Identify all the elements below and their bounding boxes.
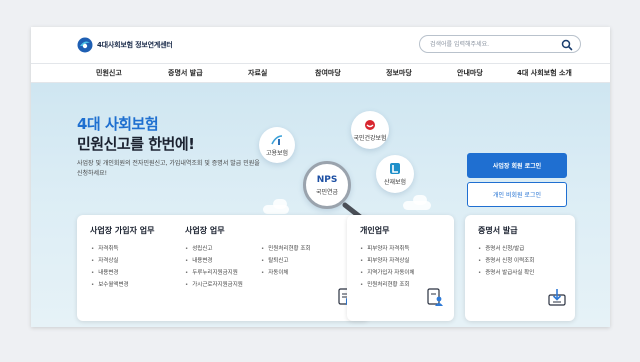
- card-title-workplace[interactable]: 사업장 업무: [185, 225, 225, 236]
- hero-description: 사업장 및 개인회원의 전자민원신고, 가입내역조회 및 증명서 발급 민원을 …: [77, 160, 260, 177]
- nav-item-participation[interactable]: 참여마당: [315, 68, 341, 78]
- logo-icon: [77, 37, 93, 53]
- employment-insurance-icon: [271, 134, 283, 145]
- main-nav: 민원신고 증명서 발급 자료실 참여마당 정보마당 안내마당 4대 사회보험 소…: [31, 63, 610, 83]
- industrial-accident-badge: 산재보험: [376, 155, 414, 193]
- workplace-list-col1: 성립신고 내용변경 두루누리지원금지원 가시근로자지원금지원: [185, 243, 243, 291]
- hero-title-line1: 4대 사회보험: [77, 115, 159, 133]
- list-item[interactable]: 증명서 신청/발급: [478, 243, 534, 255]
- list-item[interactable]: 내용변경: [91, 267, 129, 279]
- nav-item-archive[interactable]: 자료실: [248, 68, 267, 78]
- employment-insurance-badge: 고용보험: [259, 127, 295, 163]
- certificate-card: 증명서 발급 증명서 신청/발급 증명서 신청 이력조회 증명서 발급사실 확인: [465, 215, 575, 321]
- health-insurance-badge: 국민건강보험: [351, 111, 389, 149]
- card-title-certificate[interactable]: 증명서 발급: [478, 225, 518, 236]
- nav-item-guide[interactable]: 안내마당: [457, 68, 483, 78]
- search-input[interactable]: [430, 39, 550, 50]
- individual-login-button[interactable]: 개인 비회원 로그인: [467, 182, 567, 207]
- hero-title-line2: 민원신고를 한번에!: [77, 135, 195, 153]
- list-item[interactable]: 민원처리현황 조회: [360, 279, 415, 291]
- list-item[interactable]: 탈퇴신고: [261, 255, 310, 267]
- card-title-workplace-join[interactable]: 사업장 가입자 업무: [90, 225, 154, 236]
- nav-item-about[interactable]: 4대 사회보험 소개: [517, 68, 572, 78]
- search-box: [419, 35, 581, 53]
- nps-logo: NPS: [316, 174, 338, 185]
- list-item[interactable]: 내용변경: [185, 255, 243, 267]
- list-item[interactable]: 보수월액변경: [91, 279, 128, 291]
- workplace-join-list: 자격취득 자격상실 내용변경 보수월액변경: [91, 243, 129, 291]
- nav-item-info[interactable]: 정보마당: [386, 68, 412, 78]
- health-insurance-icon: [365, 119, 375, 130]
- card-title-personal[interactable]: 개인업무: [360, 225, 389, 236]
- corp-login-button[interactable]: 사업장 회원 로그인: [467, 153, 567, 178]
- list-item[interactable]: 자동이체: [261, 267, 310, 279]
- industrial-accident-icon: [390, 163, 400, 174]
- personal-card: 개인업무 피부양자 자격취득 피부양자 자격상실 지역가입자 자동이체 민원처리…: [347, 215, 454, 321]
- certificate-list: 증명서 신청/발급 증명서 신청 이력조회 증명서 발급사실 확인: [478, 243, 534, 279]
- person-document-icon: [427, 288, 443, 306]
- list-item[interactable]: 민원처리현황 조회: [261, 243, 310, 255]
- search-icon[interactable]: [561, 39, 573, 51]
- nav-item-certificate[interactable]: 증명서 발급: [168, 68, 203, 78]
- list-item[interactable]: 자격상실: [91, 255, 129, 267]
- list-item[interactable]: 증명서 신청 이력조회: [478, 255, 534, 267]
- cloud-decoration: [413, 195, 427, 205]
- list-item[interactable]: 지역가입자 자동이체: [360, 267, 414, 279]
- list-item[interactable]: 피부양자 자격상실: [360, 255, 415, 267]
- list-item[interactable]: 성립신고: [185, 243, 243, 255]
- list-item[interactable]: 증명서 발급사실 확인: [478, 267, 534, 279]
- list-item[interactable]: 자격취득: [91, 243, 129, 255]
- list-item[interactable]: 피부양자 자격취득: [360, 243, 415, 255]
- site-frame: 4대사회보험 정보연계센터 민원신고 증명서 발급 자료실 참여마당 정보마당 …: [31, 27, 610, 327]
- print-download-icon: [548, 289, 566, 306]
- list-item[interactable]: 두루누리지원금지원: [185, 267, 243, 279]
- workplace-card: 사업장 가입자 업무 자격취득 자격상실 내용변경 보수월액변경 사업장 업무 …: [77, 215, 369, 321]
- site-logo[interactable]: 4대사회보험 정보연계센터: [77, 37, 173, 53]
- nav-item-complaint[interactable]: 민원신고: [96, 68, 122, 78]
- workplace-list-col2: 민원처리현황 조회 탈퇴신고 자동이체: [261, 243, 310, 279]
- header: 4대사회보험 정보연계센터: [31, 27, 610, 63]
- list-item[interactable]: 가시근로자지원금지원: [185, 279, 243, 291]
- logo-text: 4대사회보험 정보연계센터: [97, 41, 173, 49]
- cloud-decoration: [273, 199, 287, 209]
- personal-list: 피부양자 자격취득 피부양자 자격상실 지역가입자 자동이체 민원처리현황 조회: [360, 243, 415, 291]
